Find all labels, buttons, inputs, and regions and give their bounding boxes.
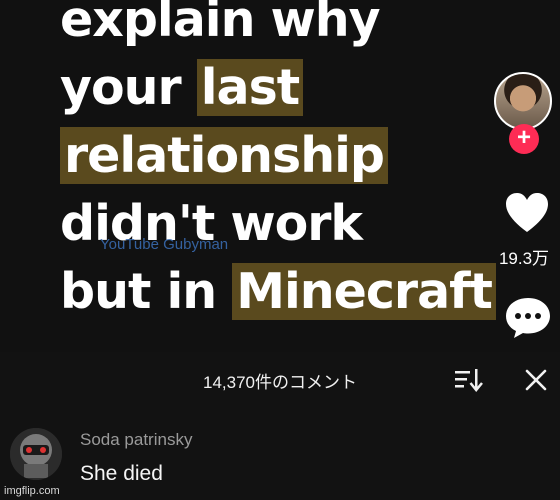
caption-text: but in <box>60 263 233 320</box>
robot-helmet-avatar[interactable] <box>10 428 62 480</box>
heart-icon[interactable] <box>504 192 550 234</box>
comments-header: 14,370件のコメント <box>0 352 560 408</box>
caption-text: explain why <box>60 0 381 48</box>
close-icon[interactable] <box>522 366 550 394</box>
creator-avatar-group[interactable]: + <box>494 72 554 154</box>
caption-line-5: but in Minecraft <box>60 258 530 326</box>
comment-bubble-icon[interactable] <box>504 296 552 340</box>
comment-text: She died <box>80 462 163 485</box>
plus-icon[interactable]: + <box>509 124 539 154</box>
comment-username[interactable]: Soda patrinsky <box>80 430 192 450</box>
like-count: 19.3万 <box>498 249 550 268</box>
caption-highlight: Minecraft <box>232 263 496 320</box>
comment-item[interactable]: Soda patrinsky She died <box>0 418 560 498</box>
caption-line-3: relationship <box>60 122 530 190</box>
sort-icon[interactable] <box>452 366 484 394</box>
app-frame: explain why your last relationship didn'… <box>0 0 560 500</box>
caption-highlight: relationship <box>60 127 388 184</box>
creator-avatar[interactable] <box>494 72 552 130</box>
comments-sheet: 14,370件のコメント Soda patrinsky She died <box>0 352 560 500</box>
caption-highlight: last <box>196 59 304 116</box>
video-watermark: YouTube Gubyman <box>100 236 229 253</box>
robot-helmet-icon <box>10 428 62 480</box>
video-caption: explain why your last relationship didn'… <box>60 0 530 326</box>
imgflip-watermark: imgflip.com <box>4 485 60 497</box>
caption-text: your <box>60 59 197 116</box>
video-player[interactable]: explain why your last relationship didn'… <box>0 0 560 352</box>
caption-line-2: your last <box>60 54 530 122</box>
caption-line-1: explain why <box>60 0 530 54</box>
